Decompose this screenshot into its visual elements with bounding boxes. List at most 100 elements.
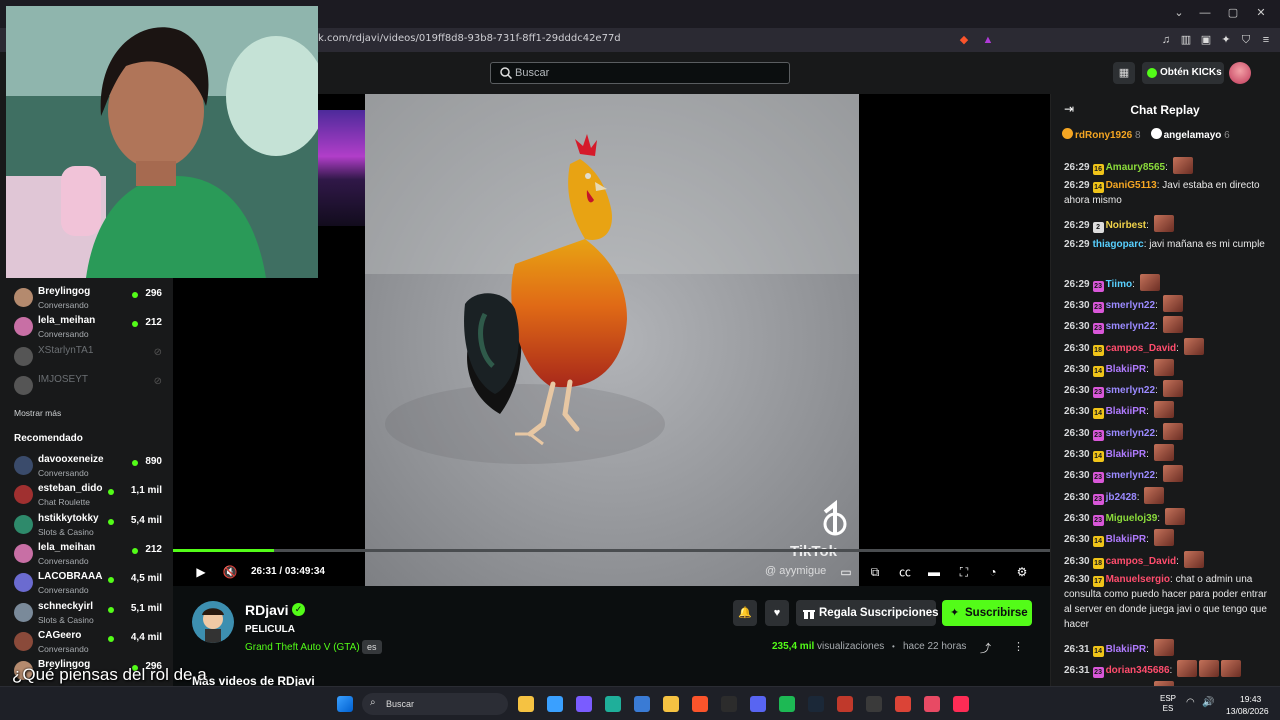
app-icon[interactable] <box>721 696 737 712</box>
chat-username[interactable]: smerlyn22 <box>1106 300 1155 311</box>
pip-icon[interactable]: ▭ <box>838 564 854 580</box>
chat-username[interactable]: Noirbest <box>1106 220 1147 231</box>
copilot-icon[interactable] <box>576 696 592 712</box>
heart-icon[interactable]: ♥ <box>765 600 789 626</box>
chat-message: 26:29 14 DaniG5113: Javi estaba en directo… <box>1064 178 1270 208</box>
channel-avatar[interactable] <box>192 601 234 643</box>
theater-icon[interactable]: ▬ <box>926 564 942 580</box>
chat-username[interactable]: campos_David <box>1106 343 1177 354</box>
settings-icon[interactable]: ⚙ <box>1014 564 1030 580</box>
chrome-icon[interactable] <box>895 696 911 712</box>
chat-username[interactable]: DaniG5113 <box>1106 180 1157 191</box>
top-gifter[interactable]: rdRony1926 8 <box>1062 128 1141 141</box>
chat-username[interactable]: Manuelsergio <box>1106 574 1170 585</box>
url-text[interactable]: k.com/rdjavi/videos/019ff8d8-93b8-731f-8… <box>318 33 621 44</box>
folder-icon[interactable] <box>663 696 679 712</box>
sidebar-channel[interactable]: CAGeero Conversando 4,4 mil <box>14 630 164 658</box>
close-window-button[interactable]: ✕ <box>1254 6 1268 20</box>
chat-username[interactable]: thiagoparc <box>1093 239 1144 250</box>
chat-username[interactable]: Migueloj39 <box>1106 513 1158 524</box>
sidebar-channel[interactable]: Breylingog Conversando 296 <box>14 286 164 314</box>
show-more-link[interactable]: Mostrar más <box>14 408 61 418</box>
clock-date[interactable]: 13/08/2026 <box>1226 706 1269 716</box>
gifter-name: angelamayo <box>1163 130 1222 141</box>
chat-username[interactable]: smerlyn22 <box>1106 428 1155 439</box>
top-gifters: rdRony1926 8 angelamayo 6 <box>1062 128 1272 146</box>
channel-name[interactable]: RDjavi <box>245 602 289 618</box>
chat-username[interactable]: smerlyn22 <box>1106 321 1155 332</box>
edge-icon[interactable] <box>605 696 621 712</box>
volume-icon[interactable]: 🔊 <box>1202 697 1214 708</box>
sidebar-channel[interactable]: lela_meihan Conversando 212 <box>14 542 164 570</box>
file-explorer-icon[interactable] <box>518 696 534 712</box>
media-icon[interactable]: ♫ <box>1158 32 1174 48</box>
chat-message: 26:30 23 jb2428: <box>1064 486 1270 505</box>
sidebar-channel[interactable]: LACOBRAAA Conversando 4,5 mil <box>14 571 164 599</box>
wallet-icon[interactable]: ▣ <box>1198 32 1214 48</box>
chat-username[interactable]: smerlyn22 <box>1106 385 1155 396</box>
menu-icon[interactable]: ≡ <box>1258 32 1274 48</box>
share-icon[interactable]: ⤴ <box>980 640 991 656</box>
chat-username[interactable]: BlakiiPR <box>1106 644 1147 655</box>
windows-start-icon[interactable] <box>337 696 353 712</box>
discord-icon[interactable] <box>750 696 766 712</box>
xbox-icon[interactable] <box>866 696 882 712</box>
chat-username[interactable]: Tiimo <box>1106 279 1132 290</box>
video-frame[interactable] <box>365 94 859 586</box>
chat-username[interactable]: BlakiiPR <box>1106 406 1147 417</box>
play-icon[interactable]: ▶ <box>193 564 209 580</box>
sidebar-channel[interactable]: IMJOSEYT ⊘ <box>14 374 164 402</box>
sidebar-channel[interactable]: davooxeneize Conversando 890 <box>14 454 164 482</box>
progress-bar[interactable] <box>173 549 1050 552</box>
chat-username[interactable]: dorian345686 <box>1106 665 1170 676</box>
chat-username[interactable]: campos_David <box>1106 556 1177 567</box>
more-options-icon[interactable]: ⋮ <box>1013 640 1024 653</box>
clock-time[interactable]: 19:43 <box>1240 694 1261 704</box>
bell-icon[interactable]: 🔔 <box>733 600 757 626</box>
fullscreen-icon[interactable]: ⛶ <box>956 564 972 580</box>
extensions-icon[interactable]: ✦ <box>1218 32 1234 48</box>
chat-username[interactable]: Amaury8565 <box>1106 162 1165 173</box>
maximize-button[interactable]: ▢ <box>1226 6 1240 20</box>
offline-icon: ⊘ <box>153 375 162 387</box>
chat-username[interactable]: BlakiiPR <box>1106 364 1147 375</box>
clip-icon[interactable]: ⧉ <box>867 564 883 580</box>
vpn-icon[interactable]: ⛉ <box>1238 32 1254 48</box>
store-icon[interactable] <box>634 696 650 712</box>
sidebar-channel[interactable]: schneckyirl Slots & Casino 5,1 mil <box>14 601 164 629</box>
grid-icon[interactable]: ▦ <box>1113 62 1135 84</box>
spotify-icon[interactable] <box>779 696 795 712</box>
taskbar-search[interactable] <box>362 693 508 715</box>
brave-shield-icon[interactable]: ◆ <box>956 32 972 48</box>
game-link[interactable]: Grand Theft Auto V (GTA) <box>245 642 360 653</box>
chat-username[interactable]: BlakiiPR <box>1106 449 1147 460</box>
mute-icon[interactable]: 🔇 <box>222 564 238 580</box>
tab-list-icon[interactable]: ⌄ <box>1172 6 1186 20</box>
user-avatar[interactable] <box>1229 62 1251 84</box>
minimize-button[interactable]: — <box>1198 6 1212 20</box>
top-gifter[interactable]: angelamayo 6 <box>1150 128 1230 141</box>
sidebar-channel[interactable]: hstikkytokky Slots & Casino 5,4 mil <box>14 513 164 541</box>
sidebar-channel[interactable]: esteban_dido Chat Roulette 1,1 mil <box>14 483 164 511</box>
tiktok-handle: @ ayymigue <box>765 565 827 577</box>
chat-username[interactable]: smerlyn22 <box>1106 470 1155 481</box>
tiktok-icon[interactable] <box>953 696 969 712</box>
sidebar-toggle-icon[interactable]: ▥ <box>1178 32 1194 48</box>
chat-username[interactable]: BlakiiPR <box>1106 534 1147 545</box>
sidebar-channel[interactable]: lela_meihan Conversando 212 <box>14 315 164 343</box>
app3-icon[interactable] <box>924 696 940 712</box>
speed-icon[interactable]: ◔ <box>985 564 1001 580</box>
gift-subs-button[interactable]: Regala Suscripciones <box>796 600 939 626</box>
wifi-icon[interactable]: ◠ <box>1186 697 1195 708</box>
language-badge[interactable]: es <box>362 640 382 654</box>
app2-icon[interactable] <box>837 696 853 712</box>
sidebar-channel-name: lela_meihan <box>38 541 96 553</box>
sidebar-channel[interactable]: XStarlynTA1 ⊘ <box>14 345 164 373</box>
captions-icon[interactable]: ㏄ <box>897 564 913 580</box>
chat-username[interactable]: jb2428 <box>1106 492 1137 503</box>
brave-icon[interactable] <box>692 696 708 712</box>
input-language[interactable]: ESP ES <box>1160 694 1176 714</box>
widgets-icon[interactable] <box>547 696 563 712</box>
steam-icon[interactable] <box>808 696 824 712</box>
brave-rewards-icon[interactable]: ▲ <box>980 32 996 48</box>
